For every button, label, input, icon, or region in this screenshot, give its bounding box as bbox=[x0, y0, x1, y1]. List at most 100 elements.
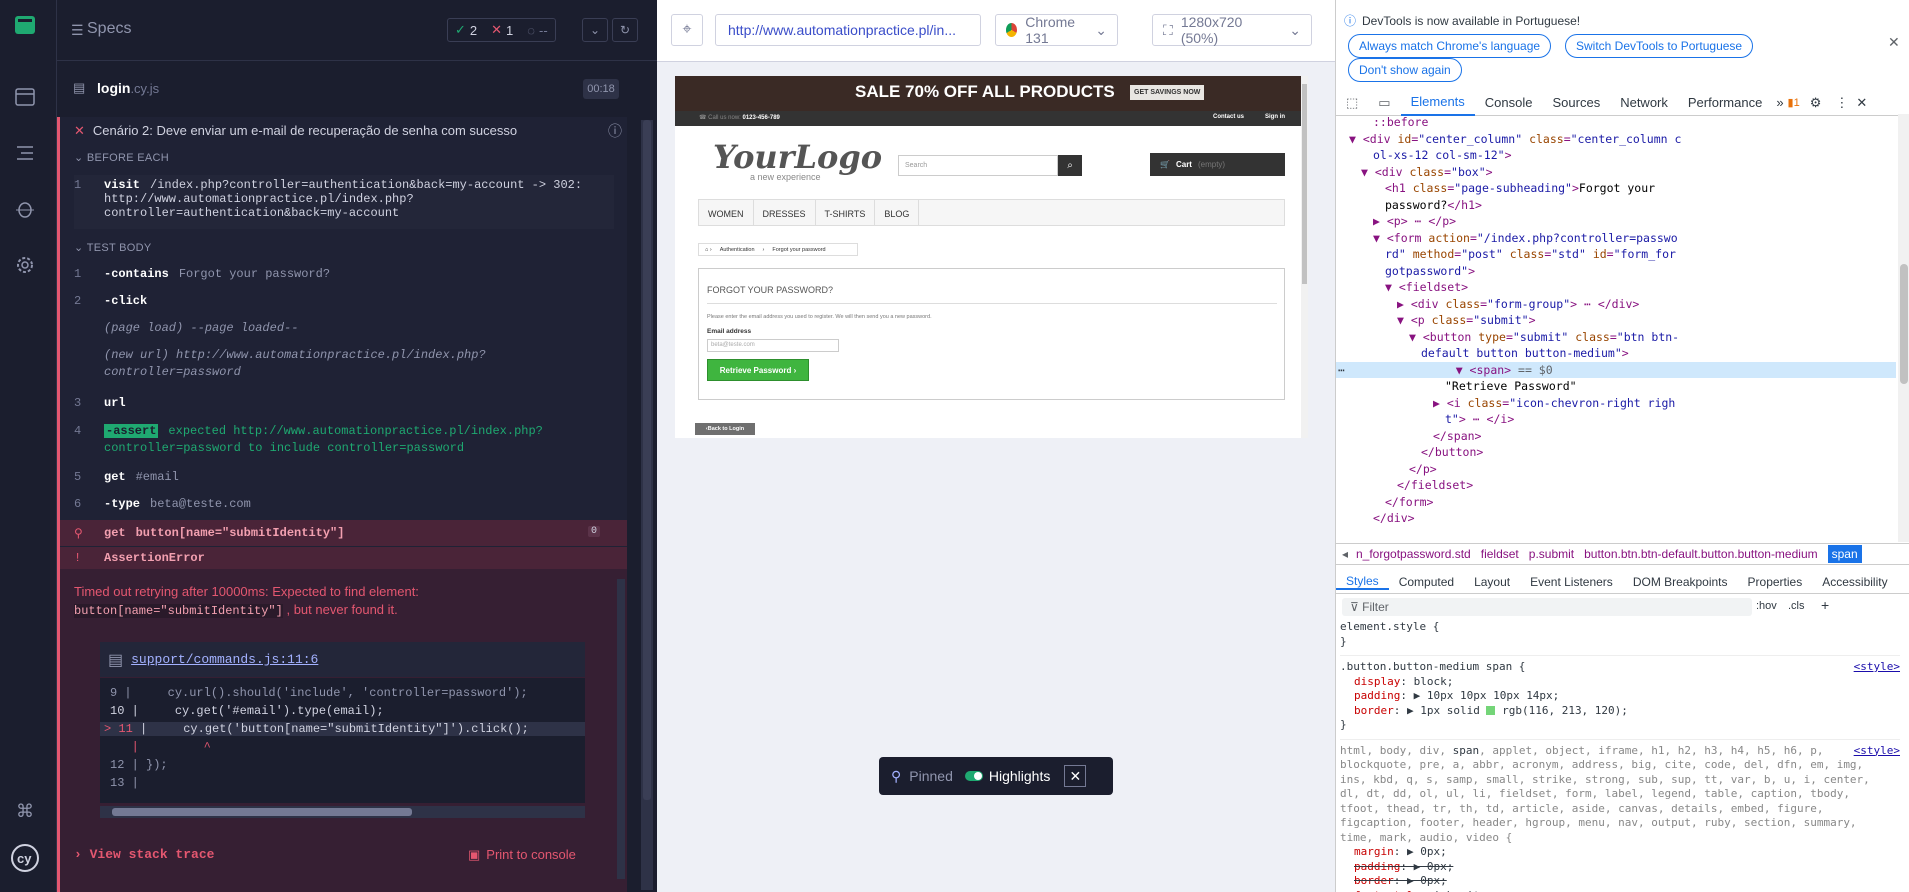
settings-icon[interactable] bbox=[10, 250, 40, 280]
settings-gear-icon[interactable]: ⚙ bbox=[1800, 90, 1832, 116]
dom-scrollbar[interactable] bbox=[1898, 114, 1909, 542]
test-title: Cenário 2: Deve enviar um e-mail de recu… bbox=[92, 123, 518, 138]
site-scrollbar[interactable] bbox=[1301, 76, 1308, 438]
tab-performance[interactable]: Performance bbox=[1678, 90, 1772, 116]
tab-sources[interactable]: Sources bbox=[1543, 90, 1611, 116]
close-notice-icon[interactable]: ✕ bbox=[1888, 34, 1900, 51]
collapse-button[interactable]: ⌄ bbox=[582, 18, 608, 42]
print-to-console-button[interactable]: ▣ Print to console bbox=[468, 847, 576, 863]
viewport-icon: ⛶ bbox=[1163, 21, 1173, 38]
before-each-command[interactable]: 1 visit/index.php?controller=authenticat… bbox=[74, 175, 614, 229]
devtools-panel: ⓘ DevTools is now available in Portuguese… bbox=[1335, 0, 1909, 892]
command-click[interactable]: 2 -click bbox=[74, 294, 614, 308]
command-url[interactable]: 3 url bbox=[74, 396, 614, 410]
viewport-selector[interactable]: ⛶ 1280x720 (50%) ⌄ bbox=[1152, 14, 1312, 46]
breadcrumb-left-icon[interactable]: ◂ bbox=[1342, 547, 1348, 561]
test-body-label[interactable]: ⌄ TEST BODY bbox=[74, 241, 152, 254]
divider bbox=[707, 303, 1277, 304]
command-contains[interactable]: 1 -contains Forgot your password? bbox=[74, 267, 614, 281]
more-tabs-icon[interactable]: » bbox=[1772, 90, 1787, 116]
kebab-menu-icon[interactable]: ⋮ bbox=[1831, 90, 1852, 116]
view-stack-trace[interactable]: › View stack trace bbox=[74, 847, 214, 862]
url-bar[interactable]: http://www.automationpractice.pl/in... bbox=[715, 14, 981, 46]
code-line-10: 10 | cy.get('#email').type(email); bbox=[110, 704, 384, 718]
selector-playground-icon[interactable]: ⌖ bbox=[671, 14, 703, 46]
specs-menu-icon[interactable]: ☰ bbox=[71, 22, 84, 39]
test-title-row[interactable]: ✕ Cenário 2: Deve enviar um e-mail de re… bbox=[74, 123, 517, 139]
back-to-login-button[interactable]: ‹ Back to Login bbox=[695, 423, 755, 435]
code-line-13: 13 | bbox=[110, 776, 139, 790]
dom-tree[interactable]: ::before ▼ <div id="center_column" class… bbox=[1336, 114, 1896, 542]
command-new-url[interactable]: (new url) http://www.automationpractice.… bbox=[74, 348, 614, 362]
specs-title[interactable]: Specs bbox=[87, 20, 131, 38]
issues-badge[interactable]: ▮1 bbox=[1788, 96, 1800, 109]
cy-brand-icon[interactable]: cy bbox=[10, 843, 40, 873]
site-cart[interactable]: 🛒 Cart (empty) bbox=[1150, 153, 1285, 176]
dont-show-again-button[interactable]: Don't show again bbox=[1348, 58, 1462, 82]
spec-file-name[interactable]: login.cy.js bbox=[97, 80, 159, 96]
command-assert[interactable]: 4 -assert expected http://www.automationpr… bbox=[74, 424, 614, 438]
reporter-scroll-thumb[interactable] bbox=[643, 120, 651, 800]
chevron-down-icon: ⌄ bbox=[1289, 21, 1301, 38]
app-under-test: ⌖ http://www.automationpractice.pl/in...… bbox=[657, 0, 1335, 892]
specs-list-icon[interactable] bbox=[10, 138, 40, 168]
before-each-label[interactable]: ⌄ BEFORE EACH bbox=[74, 151, 169, 164]
close-pinned-button[interactable]: ✕ bbox=[1064, 765, 1087, 787]
pin-icon: ⚲ bbox=[891, 767, 902, 784]
styles-filter-input[interactable]: ⊽ Filter bbox=[1342, 598, 1752, 616]
debug-icon[interactable] bbox=[10, 194, 40, 224]
code-line-9: 9 | cy.url().should('include', 'controll… bbox=[110, 686, 528, 700]
tab-network[interactable]: Network bbox=[1610, 90, 1678, 116]
cypress-logo-icon[interactable] bbox=[10, 10, 40, 40]
reporter-panel: ☰ Specs ✓ 2 ✕ 1 ◌ -- ⌄ ↻ ▤ login.cy.js 00:1… bbox=[57, 0, 657, 892]
highlights-toggle[interactable] bbox=[964, 771, 983, 781]
error-message: Timed out retrying after 10000ms: Expect… bbox=[74, 584, 419, 618]
retrieve-password-button[interactable]: Retrieve Password › bbox=[707, 359, 809, 381]
code-frame: 9 | cy.url().should('include', 'controll… bbox=[100, 678, 585, 803]
command-page-load[interactable]: (page load) --page loaded-- bbox=[74, 321, 614, 335]
spec-duration: 00:18 bbox=[583, 79, 619, 99]
tab-elements[interactable]: Elements bbox=[1400, 90, 1475, 116]
info-icon: ⓘ bbox=[1344, 14, 1357, 28]
site-search-button[interactable]: ⌕ bbox=[1058, 155, 1082, 176]
devtools-tabs: ⬚ ▭ Elements Console Sources Network Per… bbox=[1336, 90, 1909, 116]
match-language-button[interactable]: Always match Chrome's language bbox=[1348, 34, 1552, 58]
code-line-11: > 11 | cy.get('button[name="submitIdenti… bbox=[100, 722, 585, 736]
browser-selector[interactable]: Chrome 131 ⌄ bbox=[995, 14, 1118, 46]
cls-toggle[interactable]: .cls bbox=[1788, 600, 1805, 612]
rerun-button[interactable]: ↻ bbox=[612, 18, 638, 42]
inspect-icon[interactable]: ⬚ bbox=[1336, 90, 1368, 116]
fail-icon: ✕ bbox=[74, 123, 85, 138]
code-hscrollbar[interactable] bbox=[100, 806, 585, 818]
element-count-badge: 0 bbox=[588, 526, 601, 537]
new-rule-icon[interactable]: + bbox=[1821, 597, 1829, 613]
close-devtools-icon[interactable]: ✕ bbox=[1852, 90, 1871, 116]
code-caret-line: | ^ bbox=[110, 740, 211, 754]
pin-icon: ⚲ bbox=[74, 526, 83, 541]
styles-pane[interactable]: element.style {} .button.button-medium s… bbox=[1340, 620, 1900, 892]
code-hscroll-thumb[interactable] bbox=[112, 808, 412, 816]
test-stats: ✓ 2 ✕ 1 ◌ -- bbox=[447, 18, 556, 42]
runs-icon[interactable] bbox=[10, 82, 40, 112]
email-input[interactable]: beta@teste.com bbox=[707, 339, 839, 352]
styles-tabs: Styles Computed Layout Event Listeners D… bbox=[1336, 570, 1909, 594]
site-logo[interactable]: YourLogo bbox=[713, 138, 882, 176]
site-search-input[interactable]: Search bbox=[898, 155, 1058, 176]
site-banner[interactable]: SALE 70% OFF ALL PRODUCTS GET SAVINGS NO… bbox=[675, 76, 1308, 111]
keyboard-shortcuts-icon[interactable]: ⌘ bbox=[10, 796, 40, 826]
error-scrollbar[interactable] bbox=[617, 579, 625, 879]
device-toolbar-icon[interactable]: ▭ bbox=[1368, 90, 1400, 116]
command-get-email[interactable]: 5 get #email bbox=[74, 470, 614, 484]
failed-command-row[interactable]: ⚲ get button[name="submitIdentity"] 0 bbox=[60, 520, 627, 546]
call-us: ☎ Call us now: 0123-456-789 bbox=[699, 115, 780, 121]
file-code-icon: ▤ bbox=[108, 651, 124, 669]
command-type[interactable]: 6 -type beta@teste.com bbox=[74, 497, 614, 511]
pending-icon: ◌ bbox=[527, 22, 536, 38]
hov-toggle[interactable]: :hov bbox=[1756, 600, 1777, 612]
switch-devtools-button[interactable]: Switch DevTools to Portuguese bbox=[1565, 34, 1754, 58]
tab-console[interactable]: Console bbox=[1475, 90, 1543, 116]
console-icon: ▣ bbox=[468, 847, 481, 862]
code-frame-header[interactable]: ▤ support/commands.js:11:6 bbox=[100, 642, 585, 677]
info-icon[interactable]: ⓘ bbox=[608, 121, 622, 141]
failed-test: ✕ Cenário 2: Deve enviar um e-mail de re… bbox=[57, 117, 627, 892]
